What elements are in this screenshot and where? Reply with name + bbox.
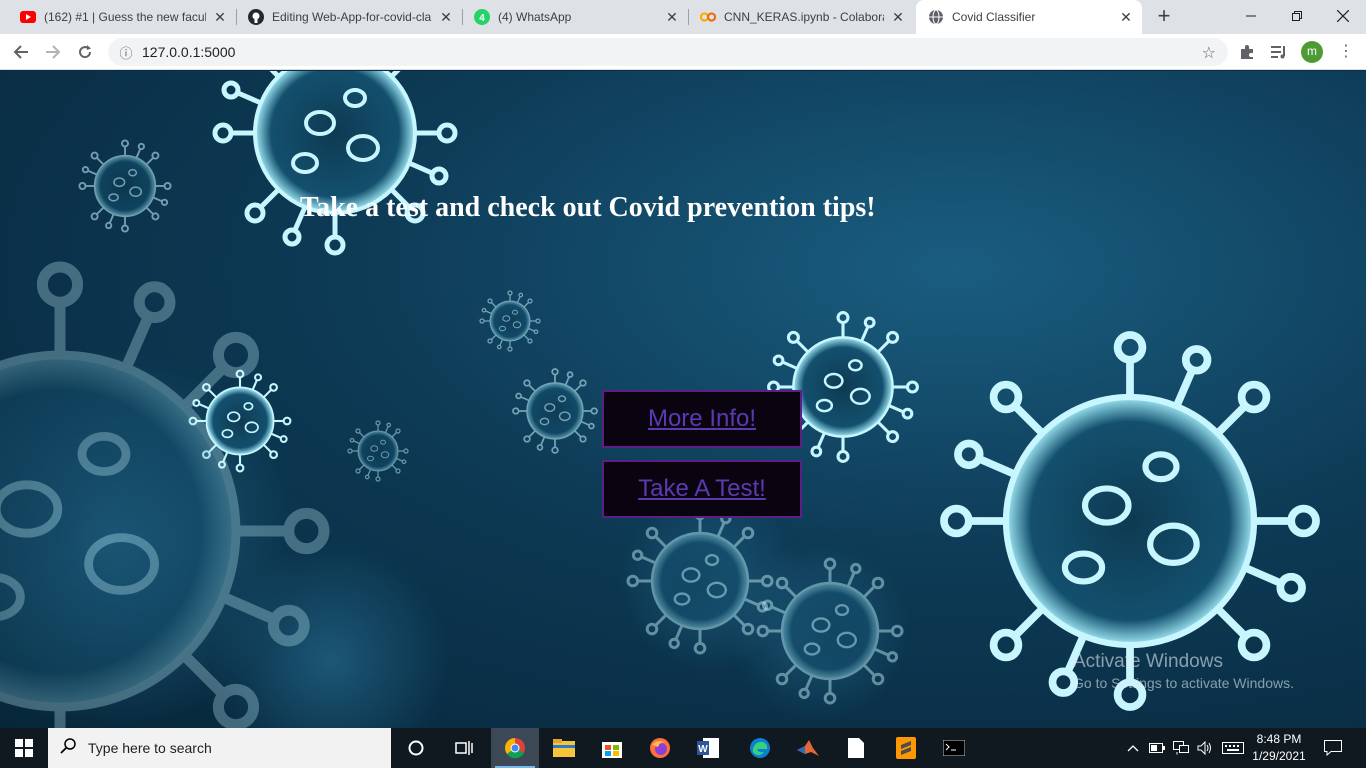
- watermark-title: Activate Windows: [1073, 651, 1223, 672]
- take-test-link[interactable]: Take A Test!: [638, 475, 766, 503]
- menu-kebab-icon[interactable]: ⋮: [1338, 40, 1354, 64]
- tab-covid-classifier[interactable]: Covid Classifier ✕: [916, 0, 1142, 34]
- forward-button[interactable]: [40, 39, 66, 65]
- back-button[interactable]: [8, 39, 34, 65]
- more-info-link[interactable]: More Info!: [648, 405, 756, 433]
- volume-icon[interactable]: [1194, 728, 1216, 768]
- page-headline: Take a test and check out Covid preventi…: [300, 192, 876, 223]
- start-button[interactable]: [0, 728, 48, 768]
- media-queue-icon[interactable]: [1267, 40, 1291, 64]
- tab-title: CNN_KERAS.ipynb - Colaborat: [724, 10, 884, 24]
- notepad-icon[interactable]: [832, 728, 880, 768]
- tab-title: Editing Web-App-for-covid-cla: [272, 10, 432, 24]
- clock-date: 1/29/2021: [1252, 749, 1306, 763]
- arrow-right-icon: [46, 45, 61, 59]
- activate-windows-watermark: Activate Windows Go to Settings to activ…: [1073, 651, 1294, 691]
- file-explorer-icon[interactable]: [540, 728, 588, 768]
- watermark-subtitle: Go to Settings to activate Windows.: [1073, 675, 1294, 691]
- store-icon[interactable]: [588, 728, 636, 768]
- tab-title: (4) WhatsApp: [498, 10, 572, 24]
- minimize-icon: [1246, 15, 1256, 17]
- close-window-button[interactable]: [1320, 0, 1366, 32]
- restore-icon: [1292, 11, 1302, 21]
- taskbar-search-input[interactable]: Type here to search: [48, 728, 391, 768]
- sublime-icon[interactable]: [882, 728, 930, 768]
- keyboard-icon[interactable]: [1220, 728, 1246, 768]
- close-icon: [1337, 10, 1349, 22]
- extensions-puzzle-icon[interactable]: [1235, 40, 1259, 64]
- minimize-button[interactable]: [1228, 0, 1274, 32]
- reload-button[interactable]: [72, 39, 98, 65]
- more-info-button[interactable]: More Info!: [602, 390, 802, 448]
- windows-taskbar: Type here to search W 8:48 PM 1/29/2021: [0, 728, 1366, 768]
- address-bar[interactable]: ⓘ 127.0.0.1:5000 ☆: [108, 38, 1228, 66]
- globe-icon: [928, 9, 944, 25]
- notification-icon[interactable]: [1318, 728, 1348, 768]
- svg-text:W: W: [698, 744, 708, 755]
- whatsapp-icon: 4: [474, 9, 490, 25]
- browser-toolbar: ⓘ 127.0.0.1:5000 ☆: [0, 34, 1366, 70]
- network-icon[interactable]: [1170, 728, 1192, 768]
- close-icon[interactable]: ✕: [890, 9, 906, 25]
- close-icon[interactable]: ✕: [438, 9, 454, 25]
- restore-button[interactable]: [1274, 0, 1320, 32]
- taskbar-clock[interactable]: 8:48 PM 1/29/2021: [1248, 731, 1310, 765]
- edge-icon[interactable]: [736, 728, 784, 768]
- close-icon[interactable]: ✕: [664, 9, 680, 25]
- windows-logo-icon: [15, 739, 33, 757]
- take-test-button[interactable]: Take A Test!: [602, 460, 802, 518]
- matlab-icon[interactable]: [784, 728, 832, 768]
- reload-icon: [79, 45, 92, 59]
- search-placeholder: Type here to search: [88, 740, 212, 756]
- tab-github[interactable]: Editing Web-App-for-covid-cla ✕: [236, 0, 462, 34]
- info-icon[interactable]: ⓘ: [112, 43, 140, 62]
- colab-icon: [700, 9, 716, 25]
- cortana-icon[interactable]: [392, 728, 440, 768]
- firefox-icon[interactable]: [636, 728, 684, 768]
- tab-strip: (162) #1 | Guess the new facult ✕ Editin…: [0, 0, 1366, 34]
- close-icon[interactable]: ✕: [1118, 9, 1134, 25]
- clock-time: 8:48 PM: [1256, 732, 1302, 746]
- word-icon[interactable]: W: [684, 728, 732, 768]
- url-text: 127.0.0.1:5000: [142, 44, 236, 60]
- tab-title: Covid Classifier: [952, 10, 1036, 24]
- chrome-icon[interactable]: [491, 728, 539, 768]
- bookmark-star-icon[interactable]: ☆: [1202, 43, 1216, 63]
- tab-whatsapp[interactable]: 4 (4) WhatsApp ✕: [462, 0, 688, 34]
- tab-title: (162) #1 | Guess the new facult: [44, 10, 206, 24]
- whatsapp-badge: 4: [479, 13, 485, 24]
- github-icon: [248, 9, 264, 25]
- battery-icon[interactable]: [1146, 728, 1168, 768]
- page-viewport: Take a test and check out Covid preventi…: [0, 71, 1366, 728]
- search-icon: [48, 737, 88, 759]
- task-view-icon[interactable]: [440, 728, 488, 768]
- profile-avatar[interactable]: m: [1301, 41, 1323, 63]
- close-icon[interactable]: ✕: [212, 9, 228, 25]
- youtube-icon: [20, 9, 36, 25]
- tab-youtube[interactable]: (162) #1 | Guess the new facult ✕: [8, 0, 236, 34]
- arrow-left-icon: [13, 45, 28, 59]
- terminal-icon[interactable]: [930, 728, 978, 768]
- tab-colab[interactable]: CNN_KERAS.ipynb - Colaborat ✕: [688, 0, 914, 34]
- new-tab-button[interactable]: +: [1152, 5, 1176, 29]
- chevron-up-icon[interactable]: [1124, 728, 1142, 768]
